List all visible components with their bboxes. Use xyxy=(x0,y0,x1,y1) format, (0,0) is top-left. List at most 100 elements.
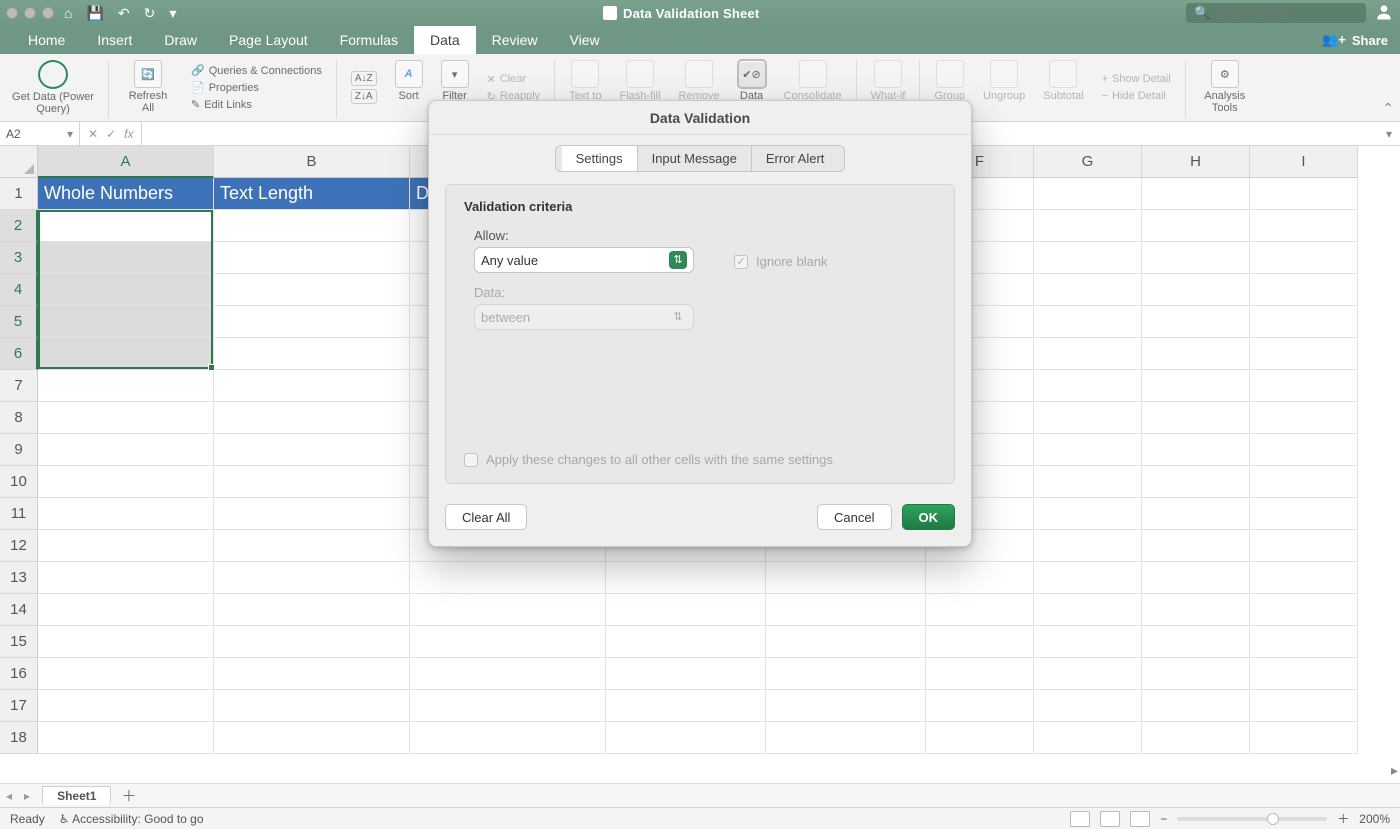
cell[interactable] xyxy=(410,722,606,754)
cell[interactable] xyxy=(1250,690,1358,722)
row-header[interactable]: 9 xyxy=(0,434,38,466)
share-button[interactable]: 👥+ Share xyxy=(1322,26,1388,54)
cell[interactable]: Whole Numbers xyxy=(38,178,214,210)
account-icon[interactable] xyxy=(1374,2,1394,25)
tab-view[interactable]: View xyxy=(554,26,616,54)
cell[interactable] xyxy=(1142,530,1250,562)
cell[interactable] xyxy=(38,274,214,306)
page-layout-view-button[interactable] xyxy=(1100,811,1120,827)
cell[interactable] xyxy=(214,210,410,242)
cell[interactable] xyxy=(1142,338,1250,370)
zoom-out-button[interactable]: − xyxy=(1160,812,1167,826)
redo-icon[interactable]: ↻ xyxy=(144,5,156,22)
cell[interactable] xyxy=(410,594,606,626)
fx-icon[interactable]: fx xyxy=(124,127,133,141)
cell[interactable] xyxy=(1142,434,1250,466)
cell[interactable] xyxy=(214,434,410,466)
cell[interactable] xyxy=(1250,338,1358,370)
tab-page-layout[interactable]: Page Layout xyxy=(213,26,324,54)
cell[interactable] xyxy=(214,306,410,338)
ok-button[interactable]: OK xyxy=(902,504,956,530)
cell[interactable] xyxy=(1034,402,1142,434)
cell[interactable] xyxy=(1142,626,1250,658)
cell[interactable] xyxy=(1034,338,1142,370)
accessibility-status[interactable]: ♿︎ Accessibility: Good to go xyxy=(59,812,204,826)
zoom-in-button[interactable]: ＋ xyxy=(1337,810,1349,827)
cell[interactable] xyxy=(38,530,214,562)
tab-review[interactable]: Review xyxy=(476,26,554,54)
row-header[interactable]: 17 xyxy=(0,690,38,722)
home-icon[interactable]: ⌂ xyxy=(64,5,72,21)
search-box[interactable]: 🔍 xyxy=(1186,3,1366,23)
cell[interactable] xyxy=(1034,466,1142,498)
cell[interactable] xyxy=(214,370,410,402)
sort-button[interactable]: A Sort xyxy=(389,58,429,117)
cell[interactable] xyxy=(38,562,214,594)
cell[interactable] xyxy=(1034,690,1142,722)
cell[interactable] xyxy=(214,498,410,530)
column-header[interactable]: I xyxy=(1250,146,1358,178)
cell[interactable] xyxy=(1142,178,1250,210)
cell[interactable] xyxy=(766,722,926,754)
cell[interactable] xyxy=(410,658,606,690)
sheet-nav-next-icon[interactable]: ▸ xyxy=(18,789,36,803)
cancel-button[interactable]: Cancel xyxy=(817,504,891,530)
allow-select[interactable]: Any value ⇅ xyxy=(474,247,694,273)
cell[interactable] xyxy=(1250,434,1358,466)
cell[interactable] xyxy=(1142,690,1250,722)
cell[interactable] xyxy=(926,722,1034,754)
cell[interactable] xyxy=(38,594,214,626)
cell[interactable] xyxy=(1250,626,1358,658)
analysis-tools-button[interactable]: ⚙︎Analysis Tools xyxy=(1194,58,1256,117)
properties-button[interactable]: 📄 Properties xyxy=(191,80,259,96)
cell[interactable] xyxy=(214,466,410,498)
cell[interactable] xyxy=(926,626,1034,658)
cell[interactable] xyxy=(606,626,766,658)
cell[interactable] xyxy=(1142,274,1250,306)
cell[interactable] xyxy=(1034,178,1142,210)
minimize-window-icon[interactable] xyxy=(24,7,36,19)
cell[interactable] xyxy=(766,626,926,658)
cell[interactable] xyxy=(1034,626,1142,658)
cell[interactable] xyxy=(410,562,606,594)
row-header[interactable]: 1 xyxy=(0,178,38,210)
row-header[interactable]: 8 xyxy=(0,402,38,434)
sheet-nav-prev-icon[interactable]: ◂ xyxy=(0,789,18,803)
cell[interactable] xyxy=(1250,370,1358,402)
sheet-tab-active[interactable]: Sheet1 xyxy=(42,786,111,805)
cell[interactable]: Text Length xyxy=(214,178,410,210)
row-header[interactable]: 18 xyxy=(0,722,38,754)
cell[interactable] xyxy=(38,690,214,722)
queries-connections-button[interactable]: 🔗 Queries & Connections xyxy=(191,63,322,79)
cell[interactable] xyxy=(1034,658,1142,690)
tab-insert[interactable]: Insert xyxy=(81,26,148,54)
cell[interactable] xyxy=(410,626,606,658)
cell[interactable] xyxy=(214,690,410,722)
close-window-icon[interactable] xyxy=(6,7,18,19)
cell[interactable] xyxy=(1034,530,1142,562)
row-header[interactable]: 12 xyxy=(0,530,38,562)
scroll-right-icon[interactable]: ▸ xyxy=(1391,762,1398,779)
tab-formulas[interactable]: Formulas xyxy=(324,26,414,54)
cell[interactable] xyxy=(410,690,606,722)
row-header[interactable]: 10 xyxy=(0,466,38,498)
cell[interactable] xyxy=(766,658,926,690)
cell[interactable] xyxy=(1142,562,1250,594)
cell[interactable] xyxy=(926,594,1034,626)
cell[interactable] xyxy=(766,594,926,626)
cell[interactable] xyxy=(1250,210,1358,242)
cell[interactable] xyxy=(214,722,410,754)
row-header[interactable]: 15 xyxy=(0,626,38,658)
get-data-button[interactable]: Get Data (Power Query) xyxy=(6,58,100,117)
cell[interactable] xyxy=(38,722,214,754)
cell[interactable] xyxy=(38,402,214,434)
cell[interactable] xyxy=(38,658,214,690)
cell[interactable] xyxy=(766,562,926,594)
collapse-ribbon-icon[interactable]: ⌃ xyxy=(1382,100,1394,117)
page-break-view-button[interactable] xyxy=(1130,811,1150,827)
cell[interactable] xyxy=(214,658,410,690)
cell[interactable] xyxy=(926,690,1034,722)
row-header[interactable]: 6 xyxy=(0,338,38,370)
tab-draw[interactable]: Draw xyxy=(148,26,213,54)
cell[interactable] xyxy=(606,594,766,626)
